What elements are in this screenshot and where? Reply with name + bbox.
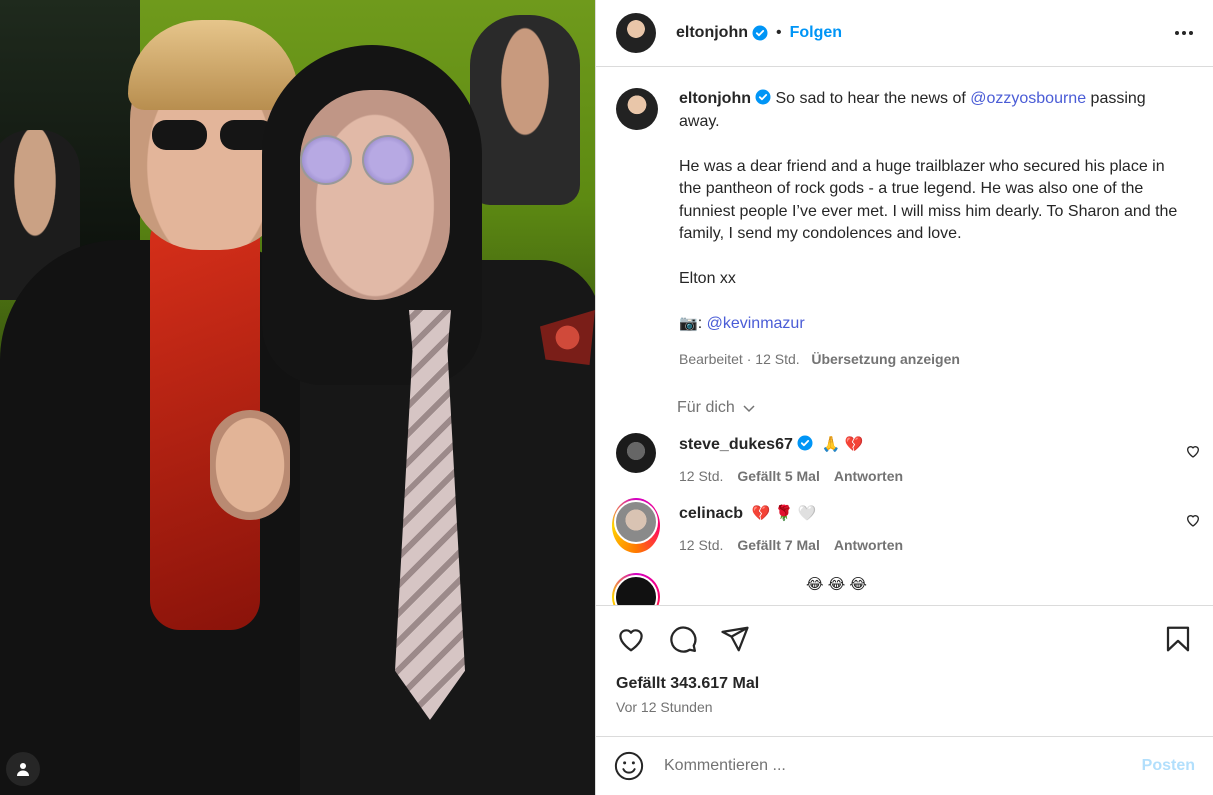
more-options-icon[interactable] (1175, 31, 1193, 35)
comment-likes[interactable]: Gefällt 7 Mal (737, 537, 819, 553)
comment-text: 😂 😂 😂 (806, 575, 867, 593)
photo-sunglasses (152, 120, 277, 152)
photo-face-right (300, 90, 450, 300)
reply-button[interactable]: Antworten (834, 468, 903, 484)
post-time: Vor 12 Stunden (616, 699, 713, 715)
comment-text: 🙏 💔 (821, 435, 864, 453)
author-avatar[interactable] (616, 13, 656, 53)
caption-author-avatar[interactable] (616, 88, 658, 130)
caption-text: eltonjohn So sad to hear the news of @oz… (679, 88, 1189, 371)
heart-icon[interactable] (616, 624, 646, 654)
verified-badge-icon (755, 89, 771, 105)
post-sidebar: eltonjohn • Folgen eltonjohn So sad to h… (595, 0, 1213, 795)
story-ring[interactable] (612, 497, 660, 553)
header-separator: • (775, 24, 782, 41)
photo-person-background-right (470, 15, 580, 205)
comment-content: steve_dukes67 🙏 💔 12 Std. Gefällt 5 Mal … (679, 433, 903, 484)
for-you-dropdown[interactable]: Für dich (677, 399, 1213, 417)
verified-badge-icon (752, 25, 768, 41)
post-dialog: eltonjohn • Folgen eltonjohn So sad to h… (0, 0, 1213, 795)
photo-hair-left (128, 20, 298, 110)
caption-meta: Bearbeitet · 12 Std. Übersetzung anzeige… (679, 348, 1189, 371)
post-photo[interactable] (0, 0, 595, 795)
bookmark-icon[interactable] (1163, 624, 1193, 654)
post-caption: eltonjohn So sad to hear the news of @oz… (596, 68, 1213, 371)
comment-bubble-icon[interactable] (668, 624, 698, 654)
chevron-down-icon (743, 404, 755, 412)
verified-badge-icon (797, 435, 813, 450)
comment-input[interactable] (664, 757, 1142, 775)
comment-age: 12 Std. (679, 467, 724, 484)
commenter-avatar[interactable] (616, 432, 656, 473)
heart-icon[interactable] (1185, 443, 1201, 459)
caption-paragraph: He was a dear friend and a huge trailbla… (679, 157, 1178, 243)
mention-kevinmazur[interactable]: @kevinmazur (707, 315, 805, 332)
commenter-avatar (614, 499, 658, 544)
comment-item: 😂 😂 😂 (596, 572, 1213, 606)
paper-plane-icon[interactable] (720, 624, 750, 654)
reply-button[interactable]: Antworten (834, 537, 903, 553)
commenter-avatar (614, 574, 658, 605)
follow-button[interactable]: Folgen (790, 24, 842, 42)
post-body: eltonjohn So sad to hear the news of @oz… (596, 68, 1213, 605)
smiley-icon[interactable] (614, 751, 644, 781)
translate-button[interactable]: Übersetzung anzeigen (811, 351, 960, 367)
comment-content: celinacb 💔 🌹 🤍 12 Std. Gefällt 7 Mal Ant… (679, 502, 903, 553)
photo-round-glasses (300, 135, 430, 185)
heart-icon[interactable] (1185, 512, 1201, 528)
comment-bar: Posten (596, 736, 1213, 795)
comment-content: 😂 😂 😂 (806, 573, 867, 606)
comment-text: 💔 🌹 🤍 (751, 504, 817, 522)
post-header: eltonjohn • Folgen (596, 0, 1213, 67)
camera-emoji: 📷 (679, 315, 698, 332)
tagged-people-button[interactable] (6, 752, 40, 786)
meta-separator: · (746, 351, 752, 367)
mention-ozzyosbourne[interactable]: @ozzyosbourne (970, 90, 1086, 107)
post-comment-button[interactable]: Posten (1142, 757, 1195, 775)
commenter-username[interactable]: celinacb (679, 505, 743, 522)
caption-signoff: Elton xx (679, 270, 736, 287)
likes-count[interactable]: Gefällt 343.617 Mal (616, 675, 1193, 693)
comment-item: celinacb 💔 🌹 🤍 12 Std. Gefällt 7 Mal Ant… (596, 497, 1213, 553)
comment-likes[interactable]: Gefällt 5 Mal (737, 468, 819, 484)
post-actions: Gefällt 343.617 Mal Vor 12 Stunden (596, 605, 1213, 735)
person-icon (17, 763, 29, 776)
story-ring[interactable] (612, 572, 660, 605)
caption-age: 12 Std. (755, 351, 800, 367)
author-username[interactable]: eltonjohn (676, 24, 748, 42)
for-you-label: Für dich (677, 398, 735, 416)
caption-intro: So sad to hear the news of (775, 90, 966, 107)
commenter-username[interactable]: steve_dukes67 (679, 436, 793, 453)
edited-label: Bearbeitet (679, 351, 743, 367)
camera-separator: : (697, 315, 703, 332)
comment-age: 12 Std. (679, 536, 724, 553)
photo-hand (210, 410, 290, 520)
caption-username[interactable]: eltonjohn (679, 90, 751, 107)
comment-item: steve_dukes67 🙏 💔 12 Std. Gefällt 5 Mal … (596, 432, 1213, 484)
